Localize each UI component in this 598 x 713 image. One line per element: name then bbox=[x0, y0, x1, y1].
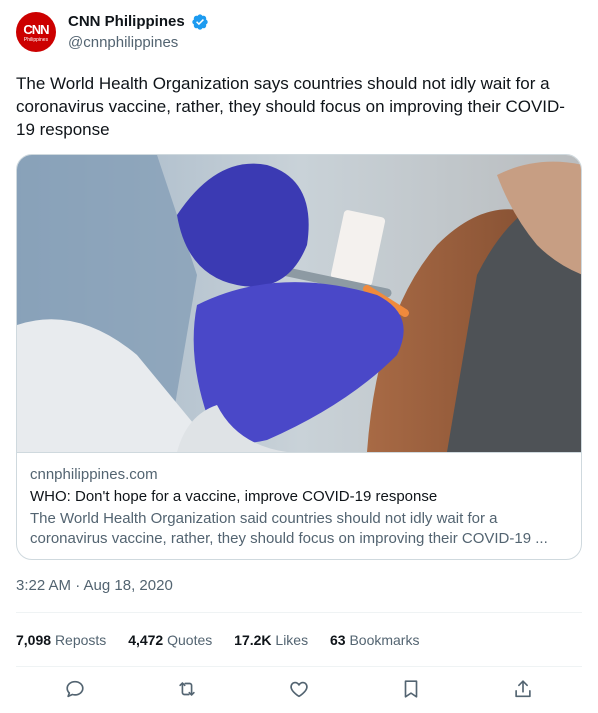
verified-badge-icon bbox=[192, 14, 208, 30]
reposts-label: Reposts bbox=[54, 632, 107, 648]
divider bbox=[16, 612, 582, 613]
display-name[interactable]: CNN Philippines bbox=[68, 12, 185, 32]
like-button[interactable] bbox=[288, 678, 310, 700]
quotes-label: Quotes bbox=[167, 632, 213, 648]
bookmark-button[interactable] bbox=[400, 678, 422, 700]
reposts-count: 7,098 bbox=[16, 632, 52, 648]
quotes-stat[interactable]: 4,472 Quotes bbox=[128, 628, 212, 652]
card-title[interactable]: WHO: Don't hope for a vaccine, improve C… bbox=[30, 487, 570, 507]
likes-stat[interactable]: 17.2K Likes bbox=[234, 628, 308, 652]
share-button[interactable] bbox=[512, 678, 534, 700]
divider bbox=[16, 666, 582, 667]
reposts-stat[interactable]: 7,098 Reposts bbox=[16, 628, 106, 652]
handle[interactable]: @cnnphilippines bbox=[68, 33, 209, 53]
bookmarks-stat[interactable]: 63 Bookmarks bbox=[330, 628, 420, 652]
likes-count: 17.2K bbox=[234, 632, 272, 648]
avatar-logo-text: CNN bbox=[23, 22, 49, 37]
engagement-stats: 7,098 Reposts 4,472 Quotes 17.2K Likes 6… bbox=[16, 628, 437, 652]
bookmarks-count: 63 bbox=[329, 632, 346, 648]
card-meta: cnnphilippines.com WHO: Don't hope for a… bbox=[17, 452, 581, 559]
repost-button[interactable] bbox=[176, 678, 198, 700]
reply-icon bbox=[66, 680, 84, 698]
tweet-header: CNN Philippines CNN Philippines @cnnphil… bbox=[16, 12, 576, 56]
vaccination-photo bbox=[17, 155, 581, 452]
bookmark-icon bbox=[404, 680, 418, 698]
repost-icon bbox=[179, 682, 195, 696]
tweet-timestamp[interactable]: 3:22 AM · Aug 18, 2020 bbox=[16, 576, 173, 596]
card-description: The World Health Organization said count… bbox=[30, 510, 548, 547]
card-domain[interactable]: cnnphilippines.com bbox=[30, 465, 570, 485]
likes-label: Likes bbox=[275, 632, 309, 648]
quotes-count: 4,472 bbox=[128, 632, 164, 648]
like-icon bbox=[290, 681, 308, 698]
author-names: CNN Philippines @cnnphilippines bbox=[68, 12, 209, 53]
share-icon bbox=[515, 680, 531, 698]
avatar[interactable]: CNN Philippines bbox=[16, 12, 56, 52]
bookmarks-label: Bookmarks bbox=[349, 632, 420, 648]
link-card[interactable]: cnnphilippines.com WHO: Don't hope for a… bbox=[16, 154, 582, 560]
avatar-logo-subtext: Philippines bbox=[23, 37, 49, 43]
action-bar bbox=[16, 672, 582, 708]
reply-button[interactable] bbox=[64, 678, 86, 700]
tweet-text: The World Health Organization says count… bbox=[16, 74, 565, 139]
